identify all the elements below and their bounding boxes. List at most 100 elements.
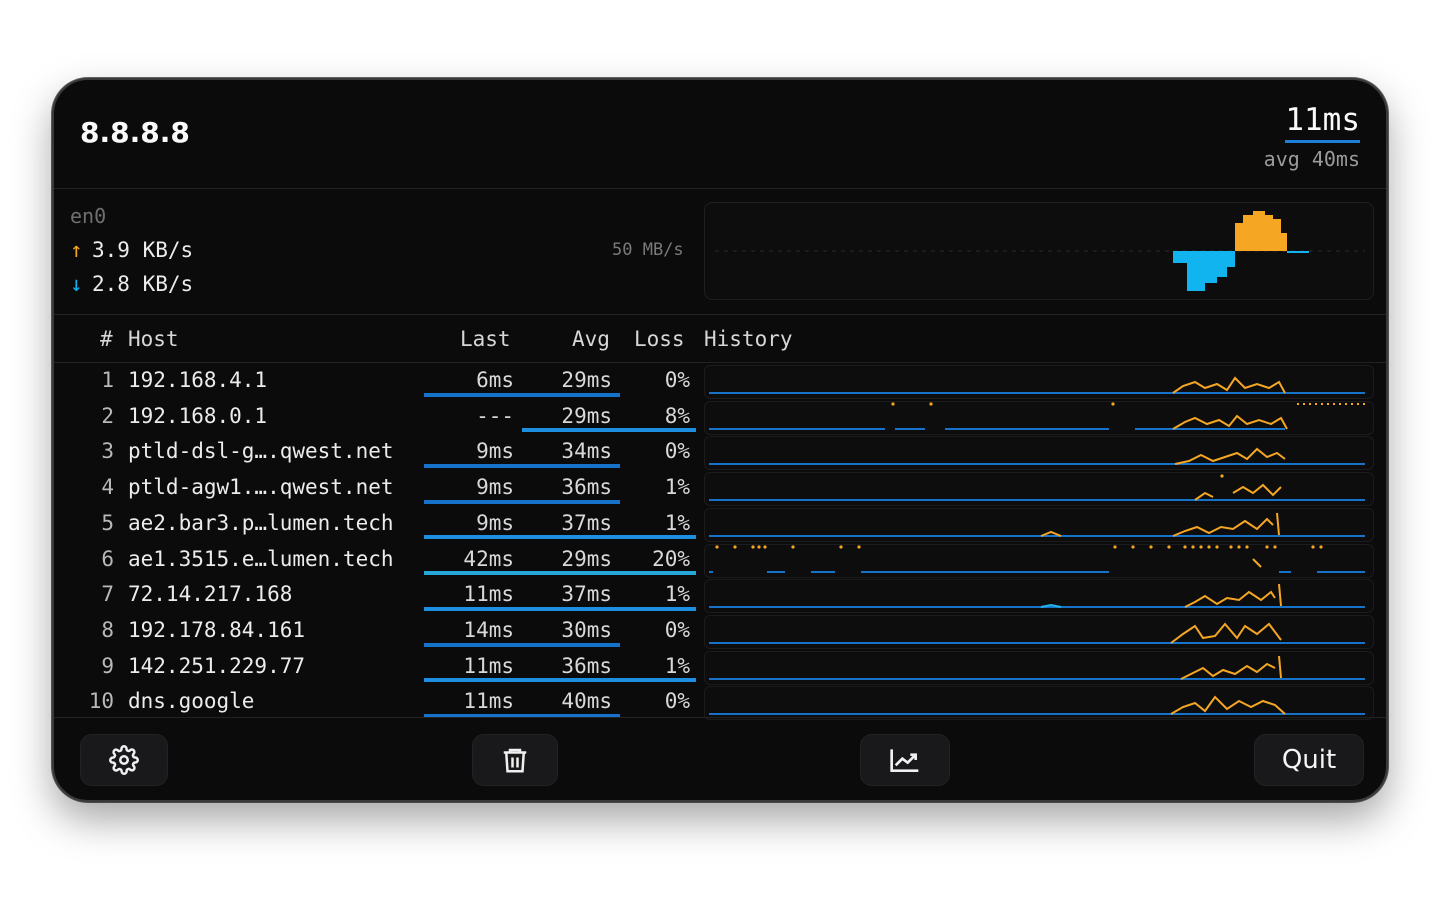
- hop-avg: 36ms: [561, 475, 612, 500]
- col-history: History: [704, 327, 793, 351]
- table-row[interactable]: 8 192.178.84.161 14ms 30ms 0%: [54, 613, 1386, 649]
- table-row[interactable]: 9 142.251.229.77 11ms 36ms 1%: [54, 649, 1386, 685]
- hop-loss: 1%: [664, 510, 690, 535]
- hop-number: 1: [101, 368, 114, 392]
- hop-host: 192.168.0.1: [128, 403, 268, 428]
- hop-loss: 0%: [664, 368, 690, 392]
- hop-loss: 0%: [664, 439, 690, 464]
- hop-loss: 1%: [664, 653, 690, 678]
- hop-host: ae1.3515.e…lumen.tech: [128, 546, 394, 571]
- latency-bar: [424, 535, 696, 540]
- hop-loss: 0%: [664, 617, 690, 642]
- hop-loss: 0%: [664, 689, 690, 714]
- hop-avg: 30ms: [561, 617, 612, 642]
- hop-host: 72.14.217.168: [128, 582, 293, 607]
- hop-host: 192.168.4.1: [128, 368, 268, 392]
- clear-button[interactable]: [472, 734, 558, 786]
- network-graph: [704, 202, 1374, 300]
- hop-last: ---: [476, 403, 514, 428]
- table-row[interactable]: 2 192.168.0.1 --- 29ms 8%: [54, 399, 1386, 435]
- col-loss: Loss: [634, 327, 685, 351]
- history-sparkline: [704, 400, 1374, 435]
- table-row[interactable]: 3 ptld-dsl-g….qwest.net 9ms 34ms 0%: [54, 434, 1386, 471]
- graph-scale: 50 MB/s: [612, 240, 684, 260]
- hop-avg: 37ms: [561, 510, 612, 535]
- latency-bar: [424, 392, 620, 397]
- current-latency: 11ms: [1285, 102, 1360, 143]
- hop-loss: 1%: [664, 475, 690, 500]
- hop-avg: 37ms: [561, 582, 612, 607]
- table-header: # Host Last Avg Loss History: [54, 314, 1386, 363]
- hop-number: 10: [88, 689, 114, 714]
- hop-avg: 29ms: [561, 403, 612, 428]
- hop-last: 11ms: [463, 582, 514, 607]
- settings-button[interactable]: [80, 734, 168, 786]
- pingmon-window: 8.8.8.8 11ms avg 40ms en0 ↑ 3.9 KB/s ↓ 2.8…: [52, 78, 1388, 802]
- table-row[interactable]: 4 ptld-agw1.….qwest.net 9ms 36ms 1%: [54, 470, 1386, 507]
- history-sparkline: [704, 472, 1374, 507]
- hop-last: 9ms: [476, 475, 514, 500]
- chart-icon: [890, 749, 919, 772]
- trash-icon: [503, 748, 527, 773]
- average-latency: avg 40ms: [1263, 147, 1360, 171]
- interface-name: en0: [70, 204, 107, 228]
- history-sparkline: [704, 686, 1374, 721]
- latency-summary: 11ms avg 40ms: [1264, 102, 1360, 171]
- latency-bar: [522, 428, 696, 433]
- hop-number: 3: [101, 439, 114, 464]
- col-host: Host: [128, 327, 179, 351]
- col-avg: Avg: [572, 327, 610, 351]
- hop-loss: 20%: [652, 546, 690, 571]
- history-sparkline: [704, 365, 1374, 399]
- hop-avg: 40ms: [561, 689, 612, 714]
- history-sparkline: [704, 507, 1374, 542]
- latency-bar: [424, 499, 620, 504]
- latency-bar: [424, 642, 620, 647]
- hop-host: ptld-dsl-g….qwest.net: [128, 439, 394, 464]
- history-sparkline: [704, 614, 1374, 649]
- hop-number: 5: [101, 510, 114, 535]
- graph-button[interactable]: [860, 734, 950, 786]
- table-row[interactable]: 5 ae2.bar3.p…lumen.tech 9ms 37ms 1%: [54, 506, 1386, 542]
- hop-last: 9ms: [476, 439, 514, 464]
- quit-label: Quit: [1281, 745, 1337, 775]
- hop-table: 1 192.168.4.1 6ms 29ms 0% 2 192.168.0.1 …: [54, 363, 1386, 723]
- quit-button[interactable]: Quit: [1254, 734, 1364, 786]
- hop-host: 192.178.84.161: [128, 617, 306, 642]
- latency-bar: [424, 678, 696, 683]
- history-sparkline: [704, 650, 1374, 685]
- hop-number: 2: [101, 403, 114, 428]
- hop-number: 6: [101, 546, 114, 571]
- hop-last: 6ms: [476, 368, 514, 392]
- latency-bar: [424, 571, 696, 576]
- download-rate-value: 2.8 KB/s: [92, 272, 194, 296]
- latency-bar: [424, 606, 696, 611]
- table-row[interactable]: 6 ae1.3515.e…lumen.tech 42ms 29ms 20%: [54, 542, 1386, 578]
- table-row[interactable]: 10 dns.google 11ms 40ms 0%: [54, 684, 1386, 721]
- download-arrow-icon: ↓: [70, 272, 83, 296]
- col-last: Last: [460, 327, 511, 351]
- hop-host: 142.251.229.77: [128, 653, 306, 678]
- table-row[interactable]: 1 192.168.4.1 6ms 29ms 0%: [54, 363, 1386, 399]
- hop-number: 4: [101, 475, 114, 500]
- latency-bar: [424, 464, 620, 469]
- table-row[interactable]: 7 72.14.217.168 11ms 37ms 1%: [54, 577, 1386, 614]
- hop-number: 8: [101, 617, 114, 642]
- hop-last: 11ms: [463, 689, 514, 714]
- hop-last: 11ms: [463, 653, 514, 678]
- download-rate: ↓ 2.8 KB/s: [70, 272, 193, 296]
- hop-number: 7: [101, 582, 114, 607]
- hop-avg: 34ms: [561, 439, 612, 464]
- hop-last: 14ms: [463, 617, 514, 642]
- upload-arrow-icon: ↑: [70, 238, 83, 262]
- target-host: 8.8.8.8: [80, 116, 190, 149]
- col-number: #: [100, 327, 113, 351]
- hop-last: 9ms: [476, 510, 514, 535]
- hop-host: ae2.bar3.p…lumen.tech: [128, 510, 394, 535]
- hop-avg: 29ms: [561, 546, 612, 571]
- history-sparkline: [704, 579, 1374, 614]
- history-sparkline: [704, 543, 1374, 578]
- hop-loss: 8%: [664, 403, 690, 428]
- network-panel: en0 ↑ 3.9 KB/s ↓ 2.8 KB/s 50 MB/s: [54, 188, 1386, 315]
- hop-last: 42ms: [463, 546, 514, 571]
